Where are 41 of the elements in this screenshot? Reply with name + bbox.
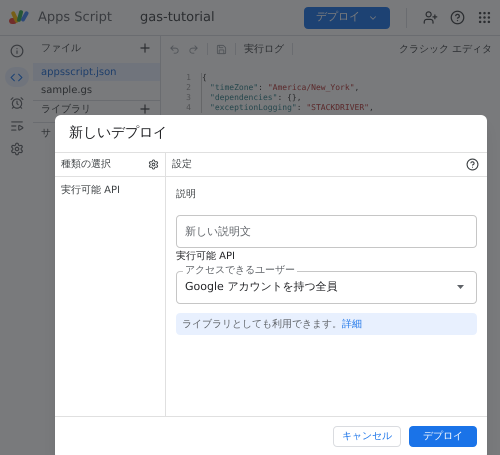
- code-line: {: [201, 73, 207, 83]
- list-icon[interactable]: [10, 119, 24, 133]
- save-icon[interactable]: [216, 44, 227, 54]
- settings-icon[interactable]: [148, 159, 159, 170]
- classic-editor-link[interactable]: クラシック エディタ: [398, 42, 492, 56]
- help-icon[interactable]: [466, 158, 479, 171]
- access-select[interactable]: アクセスできるユーザー Google アカウントを持つ全員: [176, 265, 477, 304]
- app-name: Apps Script: [38, 8, 112, 27]
- code-line: "dependencies": {},: [201, 93, 302, 103]
- apps-grid-icon[interactable]: [477, 10, 492, 25]
- code-line: "exceptionLogging": "STACKDRIVER",: [201, 103, 374, 113]
- logo-icon: [8, 8, 30, 26]
- dropdown-caret-icon: [457, 285, 464, 289]
- services-heading: サ: [41, 127, 51, 141]
- files-heading: ファイル: [41, 42, 81, 56]
- alarm-clock-icon[interactable]: [10, 96, 24, 110]
- project-title[interactable]: gas-tutorial: [140, 8, 215, 28]
- details-link[interactable]: 詳細: [342, 316, 362, 332]
- add-icon[interactable]: [138, 102, 152, 116]
- section-title: 実行可能 API: [176, 250, 236, 264]
- description-label: 説明: [176, 188, 197, 202]
- deploy-button[interactable]: デプロイ: [304, 6, 390, 28]
- add-user-icon[interactable]: [423, 10, 438, 25]
- undo-icon[interactable]: [169, 44, 180, 54]
- libraries-heading: ライブラリ: [41, 102, 91, 117]
- info-text: ライブラリとしても利用できます。: [182, 318, 342, 332]
- code-line: "timeZone": "America/New_York",: [201, 83, 360, 93]
- file-item[interactable]: appsscript.json: [33, 63, 160, 81]
- redo-icon[interactable]: [188, 44, 199, 54]
- type-heading: 種類の選択: [61, 158, 111, 172]
- description-field[interactable]: 新しい説明文: [176, 215, 477, 248]
- file-item[interactable]: sample.gs: [33, 81, 160, 99]
- dialog-title: 新しいデプロイ: [69, 124, 167, 143]
- code-icon: [10, 70, 23, 84]
- info-icon[interactable]: [10, 44, 24, 58]
- settings-heading: 設定: [172, 158, 192, 172]
- editor-rail-button[interactable]: [4, 67, 28, 87]
- deploy-button[interactable]: デプロイ: [409, 426, 477, 446]
- cancel-button[interactable]: キャンセル: [333, 426, 401, 446]
- deploy-type-item[interactable]: 実行可能 API: [55, 177, 165, 203]
- run-log-button[interactable]: 実行ログ: [244, 42, 284, 56]
